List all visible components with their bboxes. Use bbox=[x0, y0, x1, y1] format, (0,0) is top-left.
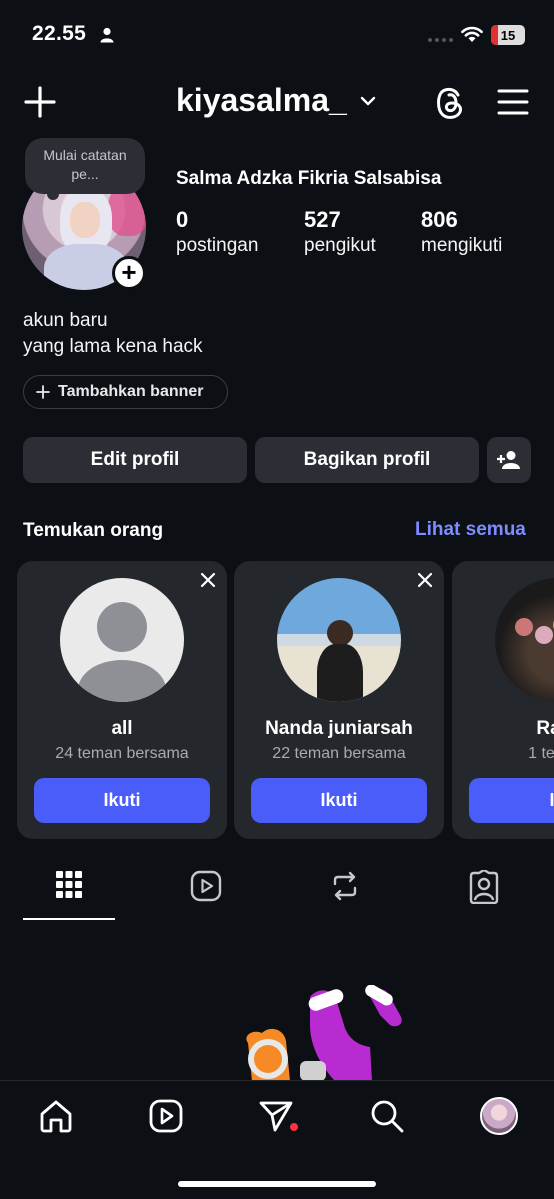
stat-following[interactable]: 806 mengikuti bbox=[421, 207, 502, 257]
add-story-button[interactable]: + bbox=[112, 256, 146, 290]
reels-icon[interactable] bbox=[190, 870, 222, 902]
edit-profile-button[interactable]: Edit profil bbox=[23, 437, 247, 483]
home-icon[interactable] bbox=[38, 1098, 74, 1134]
full-name: Salma Adzka Fikria Salsabisa bbox=[176, 168, 442, 189]
notification-dot bbox=[290, 1123, 298, 1131]
search-icon[interactable] bbox=[369, 1098, 405, 1134]
active-tab-indicator bbox=[23, 918, 115, 920]
suggestion-avatar[interactable] bbox=[60, 578, 184, 702]
mutual-friends: 24 teman bersama bbox=[55, 745, 189, 762]
home-indicator bbox=[178, 1181, 376, 1187]
suggestion-card[interactable]: all 24 teman bersama Ikuti bbox=[17, 561, 227, 839]
close-icon[interactable] bbox=[418, 573, 432, 587]
repost-icon[interactable] bbox=[330, 870, 360, 902]
status-time: 22.55 bbox=[32, 22, 87, 45]
suggestion-name[interactable]: Rapi bbox=[452, 718, 554, 740]
suggestion-name[interactable]: all bbox=[17, 718, 227, 740]
stat-posts: 0 postingan bbox=[176, 207, 259, 256]
direct-message-icon[interactable] bbox=[258, 1098, 294, 1134]
add-banner-button[interactable]: Tambahkan banner bbox=[23, 375, 228, 409]
follow-button[interactable]: Ik bbox=[469, 778, 554, 823]
suggestion-avatar[interactable] bbox=[495, 578, 554, 702]
grid-icon[interactable] bbox=[55, 870, 83, 900]
follow-button[interactable]: Ikuti bbox=[251, 778, 427, 823]
mutual-friends: 1 teman bbox=[528, 745, 554, 762]
suggestion-avatar[interactable] bbox=[277, 578, 401, 702]
reels-nav-icon[interactable] bbox=[148, 1098, 184, 1134]
suggestion-card[interactable]: Rapi 1 teman Ik bbox=[452, 561, 554, 839]
close-icon[interactable] bbox=[201, 573, 215, 587]
profile-nav-avatar[interactable] bbox=[480, 1097, 518, 1135]
suggestion-card[interactable]: Nanda juniarsah 22 teman bersama Ikuti bbox=[234, 561, 444, 839]
suggestion-name[interactable]: Nanda juniarsah bbox=[234, 718, 444, 740]
share-profile-button[interactable]: Bagikan profil bbox=[255, 437, 479, 483]
create-plus-icon[interactable] bbox=[22, 84, 58, 120]
battery-indicator: 15 bbox=[491, 25, 525, 45]
signal-icon bbox=[428, 38, 453, 42]
threads-icon[interactable] bbox=[432, 84, 468, 122]
tagged-icon[interactable] bbox=[468, 870, 500, 904]
empty-state-illustration bbox=[246, 985, 402, 1081]
person-icon bbox=[100, 27, 114, 43]
stat-followers[interactable]: 527 pengikut bbox=[304, 207, 376, 257]
discover-title: Temukan orang bbox=[23, 520, 164, 541]
bio: akun baru yang lama kena hack bbox=[23, 310, 203, 357]
menu-icon[interactable] bbox=[497, 88, 529, 116]
discover-people-button[interactable] bbox=[487, 437, 531, 483]
add-person-icon bbox=[497, 451, 520, 469]
username-switcher[interactable]: kiyasalma_ bbox=[176, 82, 347, 119]
wifi-icon bbox=[461, 26, 483, 42]
follow-button[interactable]: Ikuti bbox=[34, 778, 210, 823]
plus-icon bbox=[36, 385, 50, 399]
chevron-down-icon[interactable] bbox=[360, 95, 376, 107]
mutual-friends: 22 teman bersama bbox=[272, 745, 406, 762]
note-bubble[interactable]: Mulai catatan pe... bbox=[25, 138, 145, 200]
see-all-link[interactable]: Lihat semua bbox=[415, 519, 526, 541]
